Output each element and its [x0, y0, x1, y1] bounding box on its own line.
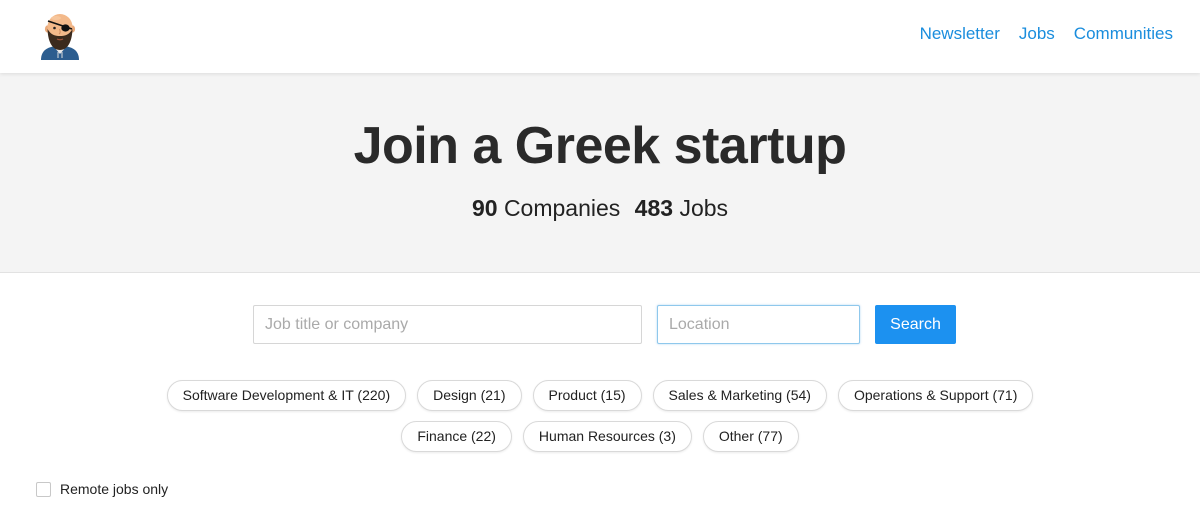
main-nav: Newsletter Jobs Communities [920, 23, 1173, 45]
jobs-count: 483 [634, 195, 674, 221]
search-button[interactable]: Search [875, 305, 956, 344]
bearded-pirate-avatar-icon [41, 14, 79, 60]
nav-link-newsletter[interactable]: Newsletter [920, 23, 1000, 45]
companies-label: Companies [503, 195, 621, 221]
category-pill-other[interactable]: Other (77) [702, 421, 799, 452]
category-pill-sales-marketing[interactable]: Sales & Marketing (54) [652, 380, 827, 411]
remote-jobs-filter[interactable]: Remote jobs only [36, 480, 168, 498]
stats-summary: 90 Companies 483 Jobs [0, 193, 1200, 223]
location-input[interactable] [657, 305, 860, 344]
remote-jobs-label: Remote jobs only [60, 481, 169, 497]
remote-jobs-checkbox[interactable] [36, 481, 51, 497]
jobs-label: Jobs [679, 195, 729, 221]
category-pill-design[interactable]: Design (21) [417, 380, 522, 411]
page-title: Join a Greek startup [353, 117, 847, 175]
category-pill-human-resources[interactable]: Human Resources (3) [522, 421, 692, 452]
category-pill-product[interactable]: Product (15) [532, 380, 642, 411]
category-pill-finance[interactable]: Finance (22) [401, 421, 512, 452]
hero-banner: Join a Greek startup 90 Companies 483 Jo… [0, 73, 1200, 273]
category-pill-operations-support[interactable]: Operations & Support (71) [837, 380, 1034, 411]
category-filters-row-2: Finance (22) Human Resources (3) Other (… [0, 421, 1200, 452]
category-filters-row-1: Software Development & IT (220) Design (… [0, 380, 1200, 411]
home-logo-link[interactable] [40, 12, 80, 60]
category-pill-software-development[interactable]: Software Development & IT (220) [166, 380, 407, 411]
top-navbar: Newsletter Jobs Communities [0, 0, 1200, 73]
nav-link-jobs[interactable]: Jobs [1019, 23, 1055, 45]
job-title-search-input[interactable] [253, 305, 642, 344]
search-form: Search [0, 305, 1200, 345]
companies-count: 90 [471, 195, 498, 221]
nav-link-communities[interactable]: Communities [1074, 23, 1173, 45]
